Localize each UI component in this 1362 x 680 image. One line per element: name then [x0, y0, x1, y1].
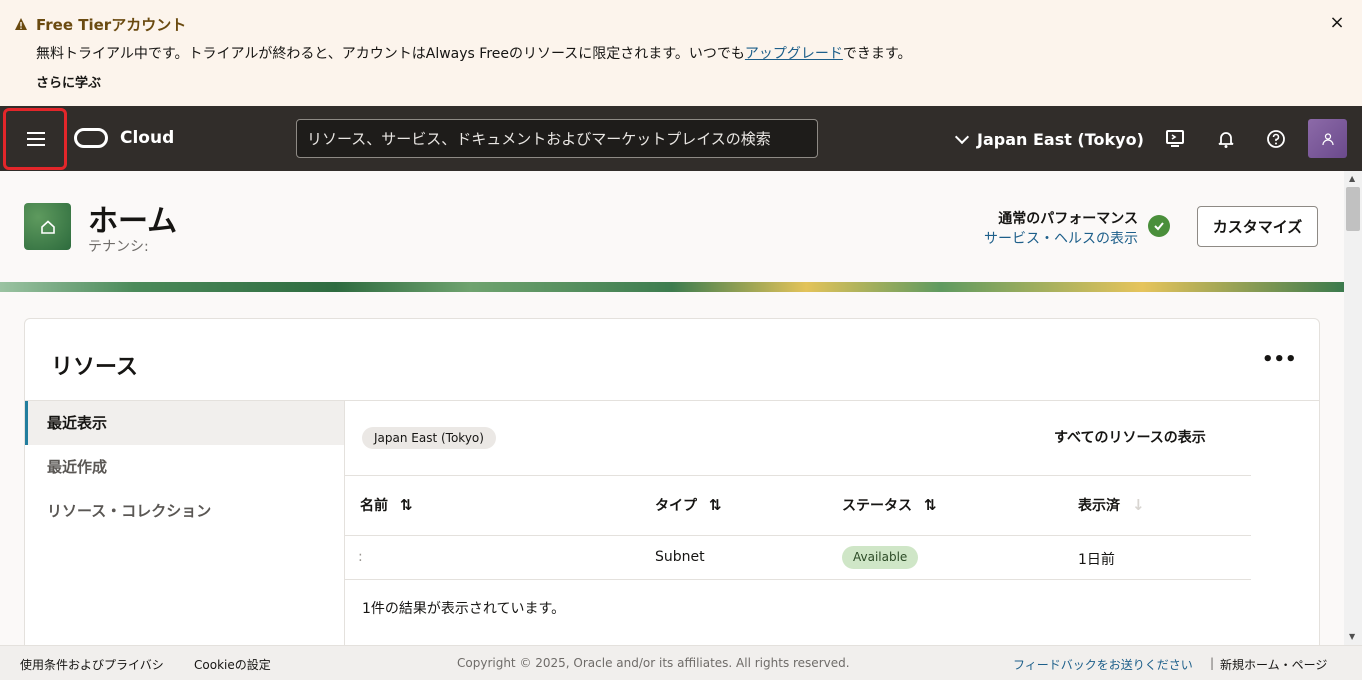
more-icon[interactable]: ••• [1262, 351, 1297, 376]
user-avatar[interactable] [1308, 119, 1347, 158]
column-header-status[interactable]: ステータス ⇅ [842, 495, 937, 515]
page-title: ホーム [88, 204, 178, 239]
column-header-label: タイプ [655, 498, 697, 514]
column-header-label: 名前 [360, 498, 388, 514]
results-count: 1件の結果が表示されています。 [362, 601, 566, 617]
bell-icon[interactable] [1213, 126, 1239, 152]
terms-link[interactable]: 使用条件およびプライバシ [20, 656, 164, 673]
footer-separator: | [1210, 656, 1215, 670]
hamburger-menu-icon [27, 138, 45, 140]
banner-message-suffix: できます。 [842, 46, 912, 62]
user-icon [1321, 132, 1334, 145]
column-header-label: ステータス [842, 498, 912, 514]
customize-button[interactable]: カスタマイズ [1197, 206, 1318, 247]
new-home-page-link[interactable]: 新規ホーム・ページ [1220, 656, 1327, 673]
banner-message: 無料トライアル中です。トライアルが終わると、アカウントはAlways Freeの… [36, 43, 912, 63]
column-header-type[interactable]: タイプ ⇅ [655, 495, 722, 515]
hamburger-menu-button[interactable] [3, 108, 67, 170]
search-input[interactable] [296, 119, 818, 158]
hamburger-menu-icon [27, 144, 45, 146]
region-selector[interactable]: Japan East (Tokyo) [952, 126, 1144, 152]
nav-item-resource-collection[interactable]: リソース・コレクション [25, 489, 344, 533]
oracle-logo-icon[interactable] [74, 128, 108, 148]
region-filter-chip[interactable]: Japan East (Tokyo) [362, 427, 496, 449]
banner-message-prefix: 無料トライアル中です。トライアルが終わると、アカウントはAlways Freeの… [36, 46, 745, 62]
sort-icon: ↓ [1132, 496, 1145, 514]
scrollbar-track[interactable] [1344, 171, 1362, 645]
footer: 使用条件およびプライバシ Cookieの設定 Copyright © 2025,… [0, 645, 1362, 680]
learn-more-link[interactable]: さらに学ぶ [36, 72, 101, 91]
sort-icon: ⇅ [400, 496, 413, 514]
decorative-banner-strip [0, 282, 1344, 292]
feedback-link[interactable]: フィードバックをお送りください [1013, 656, 1193, 673]
nav-item-recently-created[interactable]: 最近作成 [25, 445, 344, 489]
cookie-settings-link[interactable]: Cookieの設定 [194, 656, 271, 673]
copyright-text: Copyright © 2025, Oracle and/or its affi… [457, 656, 850, 670]
service-health-link[interactable]: サービス・ヘルスの表示 [980, 228, 1138, 248]
check-circle-icon [1148, 215, 1170, 237]
hamburger-menu-icon [27, 132, 45, 134]
nav-divider [344, 400, 345, 658]
scroll-down-icon[interactable]: ▼ [1349, 632, 1355, 641]
home-icon [24, 203, 71, 250]
help-icon[interactable] [1263, 126, 1289, 152]
free-tier-banner: Free Tierアカウント 無料トライアル中です。トライアルが終わると、アカウ… [0, 0, 1362, 106]
region-label: Japan East (Tokyo) [977, 129, 1144, 149]
chevron-down-icon [954, 129, 970, 144]
brand-label[interactable]: Cloud [120, 128, 174, 148]
warning-icon [15, 18, 27, 30]
cell-type: Subnet [655, 549, 705, 565]
scrollbar-thumb[interactable] [1346, 187, 1360, 231]
performance-status: 通常のパフォーマンス [998, 211, 1138, 227]
table-divider [345, 579, 1251, 580]
upgrade-link[interactable]: アップグレード [745, 46, 843, 62]
nav-item-recently-viewed[interactable]: 最近表示 [25, 401, 344, 445]
sort-icon: ⇅ [709, 496, 722, 514]
tenancy-label: テナンシ: [88, 239, 149, 255]
status-badge: Available [842, 546, 919, 569]
cell-name[interactable]: : [358, 549, 363, 565]
sort-icon: ⇅ [924, 496, 937, 514]
banner-title: Free Tierアカウント [36, 16, 187, 34]
scroll-up-icon[interactable]: ▲ [1349, 174, 1355, 183]
cell-viewed: 1日前 [1078, 552, 1115, 568]
resources-title: リソース [51, 355, 138, 380]
view-all-resources-link[interactable]: すべてのリソースの表示 [1054, 427, 1206, 447]
table-divider [345, 535, 1251, 536]
service-health: 通常のパフォーマンス サービス・ヘルスの表示 [980, 208, 1138, 248]
column-header-name[interactable]: 名前 ⇅ [360, 495, 413, 515]
column-header-viewed[interactable]: 表示済 ↓ [1078, 495, 1145, 515]
column-header-label: 表示済 [1078, 498, 1120, 514]
table-divider [345, 475, 1251, 476]
cloud-shell-icon[interactable] [1162, 126, 1188, 152]
close-icon[interactable]: × [1326, 13, 1348, 35]
